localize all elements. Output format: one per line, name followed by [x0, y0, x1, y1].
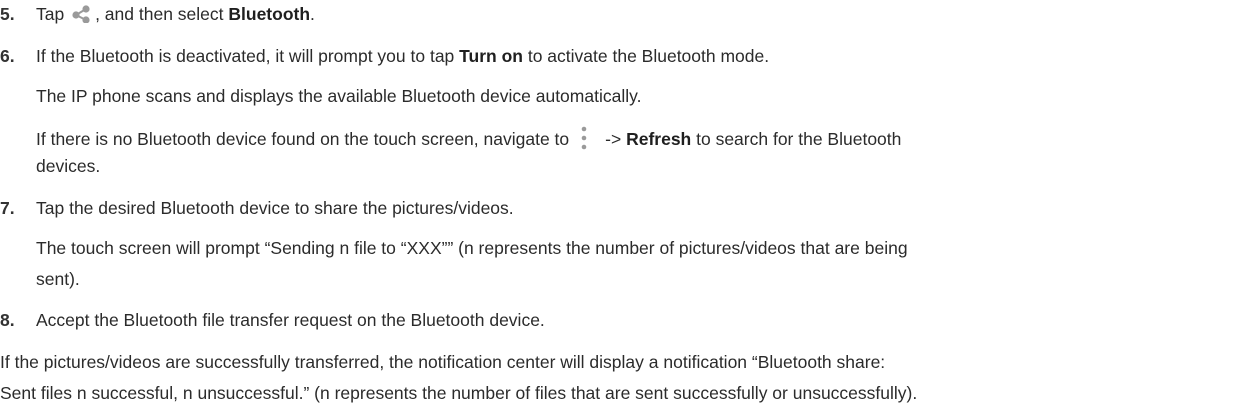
step-text-part: . — [310, 4, 315, 24]
step-text-part: If the Bluetooth is deactivated, it will… — [36, 46, 460, 66]
step-number: 6. — [0, 46, 15, 66]
step-text-line: The touch screen will prompt “Sending n … — [36, 238, 908, 258]
step-number: 8. — [0, 310, 15, 330]
step-number: 7. — [0, 198, 15, 218]
step-text-part: to search for the Bluetooth — [691, 129, 902, 149]
bluetooth-label: Bluetooth — [228, 4, 311, 24]
step-text-line: sent). — [36, 269, 80, 289]
step-text-line: Accept the Bluetooth file transfer reque… — [36, 310, 545, 330]
document-page: 5. Tap , and then select Bluetooth. 6. I… — [0, 0, 1250, 419]
step-text-part: If there is no Bluetooth device found on… — [36, 129, 570, 149]
refresh-label: Refresh — [626, 129, 692, 149]
step-text-part: Tap — [36, 4, 70, 24]
step-text: Tap , and then select Bluetooth. — [36, 4, 315, 25]
step-number: 5. — [0, 4, 15, 24]
paragraph-line: If the pictures/videos are successfully … — [0, 352, 886, 372]
step-text-line: The IP phone scans and displays the avai… — [36, 86, 642, 106]
arrow-text: -> — [605, 129, 622, 149]
step-text-line: If there is no Bluetooth device found on… — [36, 124, 901, 154]
step-text-line: devices. — [36, 156, 101, 176]
more-vertical-icon — [577, 124, 591, 154]
step-text-part: to activate the Bluetooth mode. — [522, 46, 770, 66]
paragraph-line: Sent files n successful, n unsuccessful.… — [0, 383, 918, 403]
share-icon — [71, 5, 93, 24]
step-text-part: , and then select — [95, 4, 229, 24]
turn-on-label: Turn on — [459, 46, 523, 66]
step-text-line: If the Bluetooth is deactivated, it will… — [36, 46, 769, 67]
step-text-line: Tap the desired Bluetooth device to shar… — [36, 198, 514, 218]
